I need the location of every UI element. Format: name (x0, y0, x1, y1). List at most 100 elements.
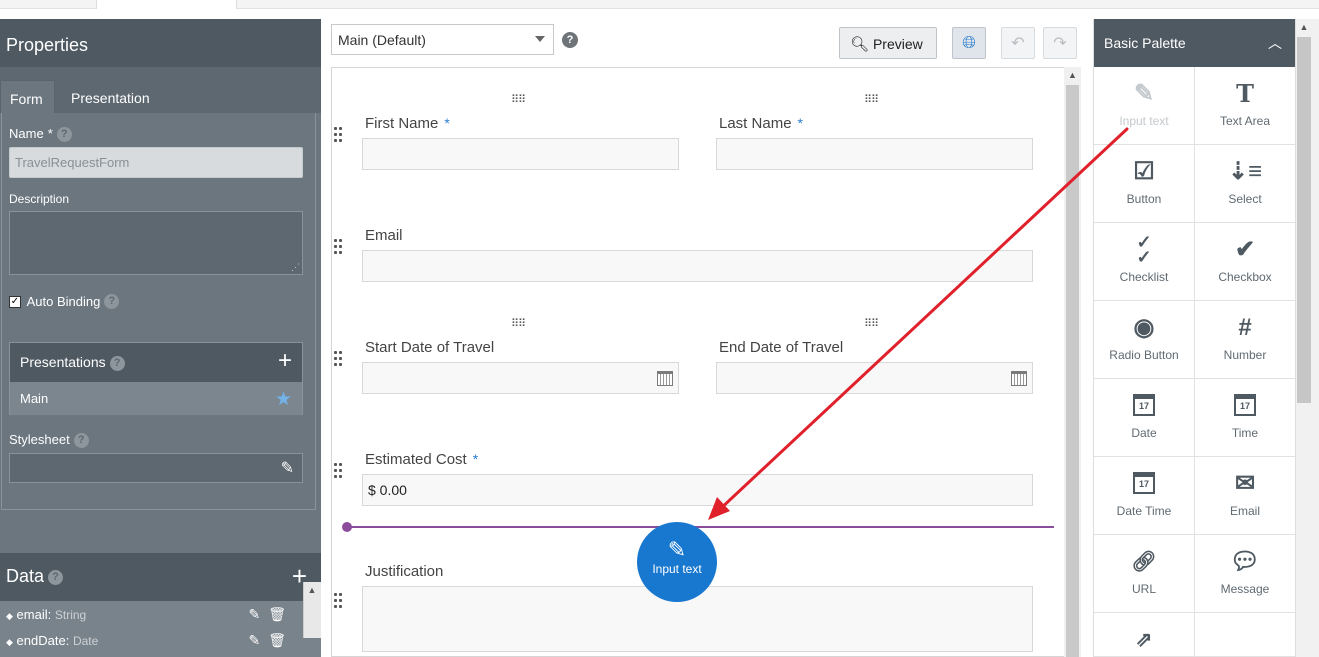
trash-icon[interactable]: 🗑 (268, 606, 294, 622)
default-star-icon[interactable]: ★ (275, 388, 292, 411)
data-item[interactable]: ◆ endDate: Date ✎🗑 (0, 628, 300, 654)
required-marker: * (797, 115, 803, 131)
pencil-icon: ✎ (667, 537, 687, 562)
estimated-cost-label: Estimated Cost * (365, 451, 478, 468)
palette-scroll-thumb[interactable] (1297, 37, 1311, 403)
chevron-down-icon (535, 36, 545, 42)
row-drag-handle-icon[interactable] (334, 127, 342, 145)
row-drag-handle-icon[interactable] (334, 593, 342, 611)
chevron-up-icon[interactable]: ︿ (1268, 33, 1282, 53)
palette-item-label: Select (1228, 192, 1262, 206)
redo-button[interactable]: ↷ (1043, 27, 1077, 59)
text-area-icon: T (1236, 79, 1254, 108)
scroll-up-arrow-icon[interactable]: ▲ (1297, 22, 1311, 34)
stylesheet-input[interactable]: ✎ (9, 453, 303, 483)
column-drag-handle-icon[interactable]: ⠿⠿ (864, 319, 879, 330)
palette-item-label: Checkbox (1218, 270, 1272, 284)
edit-pencil-icon[interactable]: ✎ (281, 458, 294, 478)
dragged-item-label: Input text (652, 562, 702, 576)
palette-title: Basic Palette (1104, 35, 1186, 51)
column-drag-handle-icon[interactable]: ⠿⠿ (511, 95, 526, 106)
help-icon[interactable]: ? (56, 127, 72, 143)
last-name-label-text: Last Name (719, 115, 792, 132)
help-icon[interactable]: ? (73, 433, 89, 449)
palette-header[interactable]: Basic Palette ︿ (1094, 19, 1296, 67)
scroll-up-arrow-icon[interactable]: ▲ (303, 582, 321, 598)
row-drag-handle-icon[interactable] (334, 351, 342, 369)
undo-button[interactable]: ↶ (1001, 27, 1035, 59)
help-icon[interactable]: ? (109, 355, 125, 371)
palette-item-label: Email (1229, 504, 1260, 518)
data-item-type: Date (72, 634, 99, 648)
palette-item-url[interactable]: 🔗︎ URL (1094, 535, 1195, 613)
start-date-input[interactable] (362, 362, 679, 394)
edit-pencil-icon[interactable]: ✎ (248, 632, 268, 648)
globe-button[interactable]: 🌐︎ (952, 27, 986, 59)
first-name-input[interactable] (362, 138, 679, 170)
last-name-input[interactable] (716, 138, 1033, 170)
palette-item-number[interactable]: # Number (1195, 301, 1296, 379)
scroll-up-arrow-icon[interactable]: ▲ (1064, 70, 1081, 84)
presentation-select[interactable]: Main (Default) (331, 24, 554, 55)
presentations-box: Presentations? + Main ★ (9, 342, 303, 415)
auto-binding-checkbox[interactable]: ✓ (9, 295, 21, 308)
trash-icon[interactable]: 🗑 (268, 632, 294, 648)
magnifier-icon: 🔍︎ (850, 36, 870, 53)
dragged-input-text-item[interactable]: ✎ Input text (637, 522, 717, 602)
required-marker: * (444, 115, 450, 131)
palette-item-input-text[interactable]: ✎ Input text (1094, 67, 1195, 145)
palette-item-radio-button[interactable]: ◉ Radio Button (1094, 301, 1195, 379)
basic-palette: Basic Palette ︿ ✎ Input text T Text Area… (1093, 19, 1296, 657)
column-drag-handle-icon[interactable]: ⠿⠿ (864, 95, 879, 106)
palette-item-message[interactable]: 💬︎ Message (1195, 535, 1296, 613)
column-drag-handle-icon[interactable]: ⠿⠿ (511, 319, 526, 330)
add-presentation-icon[interactable]: + (278, 349, 292, 373)
calendar-icon: 17 (1094, 469, 1194, 499)
description-textarea[interactable]: ⋰ (9, 211, 303, 275)
palette-item-select[interactable]: ⇣≡ Select (1195, 145, 1296, 223)
palette-item-text-area[interactable]: T Text Area (1195, 67, 1296, 145)
data-item-type: String (54, 608, 87, 622)
row-drag-handle-icon[interactable] (334, 239, 342, 257)
resize-handle-icon[interactable]: ⋰ (291, 262, 300, 273)
palette-item-date[interactable]: 17 Date (1094, 379, 1195, 457)
calendar-icon[interactable] (1011, 371, 1027, 386)
row-drag-handle-icon[interactable] (334, 463, 342, 481)
help-icon[interactable]: ? (562, 32, 578, 48)
presentation-item-main[interactable]: Main ★ (10, 382, 302, 415)
top-active-tab[interactable] (96, 0, 237, 9)
palette-item-button[interactable]: ☑ Button (1094, 145, 1195, 223)
tab-presentation[interactable]: Presentation (62, 80, 159, 113)
tab-form[interactable]: Form (0, 80, 55, 113)
number-icon: # (1238, 314, 1252, 341)
radio-button-icon: ◉ (1133, 314, 1155, 341)
start-date-label: Start Date of Travel (365, 339, 495, 356)
preview-button[interactable]: 🔍︎ Preview (839, 27, 937, 59)
palette-item-label: Date Time (1116, 504, 1172, 518)
drop-indicator-line (346, 526, 1054, 528)
estimated-cost-value: $ 0.00 (368, 482, 407, 498)
palette-empty-cell (1195, 613, 1296, 657)
palette-item-checkbox[interactable]: ✔ Checkbox (1195, 223, 1296, 301)
name-label-text: Name (9, 126, 44, 141)
calendar-icon: 17 (1094, 391, 1194, 421)
globe-icon: 🌐︎ (962, 33, 976, 52)
select-icon: ⇣≡ (1227, 158, 1263, 185)
data-item[interactable]: ◆ email: String ✎🗑 (0, 602, 300, 628)
canvas-scroll-thumb[interactable] (1066, 85, 1079, 657)
presentations-label: Presentations (20, 354, 106, 370)
edit-pencil-icon[interactable]: ✎ (248, 606, 268, 622)
palette-item-email[interactable]: ✉ Email (1195, 457, 1296, 535)
email-input[interactable] (362, 250, 1033, 282)
palette-item-link[interactable]: ⇗ (1094, 613, 1195, 657)
end-date-input[interactable] (716, 362, 1033, 394)
help-icon[interactable]: ? (48, 569, 64, 585)
palette-item-time[interactable]: 17 Time (1195, 379, 1296, 457)
name-input[interactable]: TravelRequestForm (9, 147, 303, 178)
estimated-cost-input[interactable] (362, 474, 1033, 506)
calendar-icon[interactable] (657, 371, 673, 386)
palette-item-date-time[interactable]: 17 Date Time (1094, 457, 1195, 535)
external-link-icon: ⇗ (1135, 629, 1153, 651)
help-icon[interactable]: ? (104, 294, 120, 310)
palette-item-checklist[interactable]: ✓ ✓ Checklist (1094, 223, 1195, 301)
